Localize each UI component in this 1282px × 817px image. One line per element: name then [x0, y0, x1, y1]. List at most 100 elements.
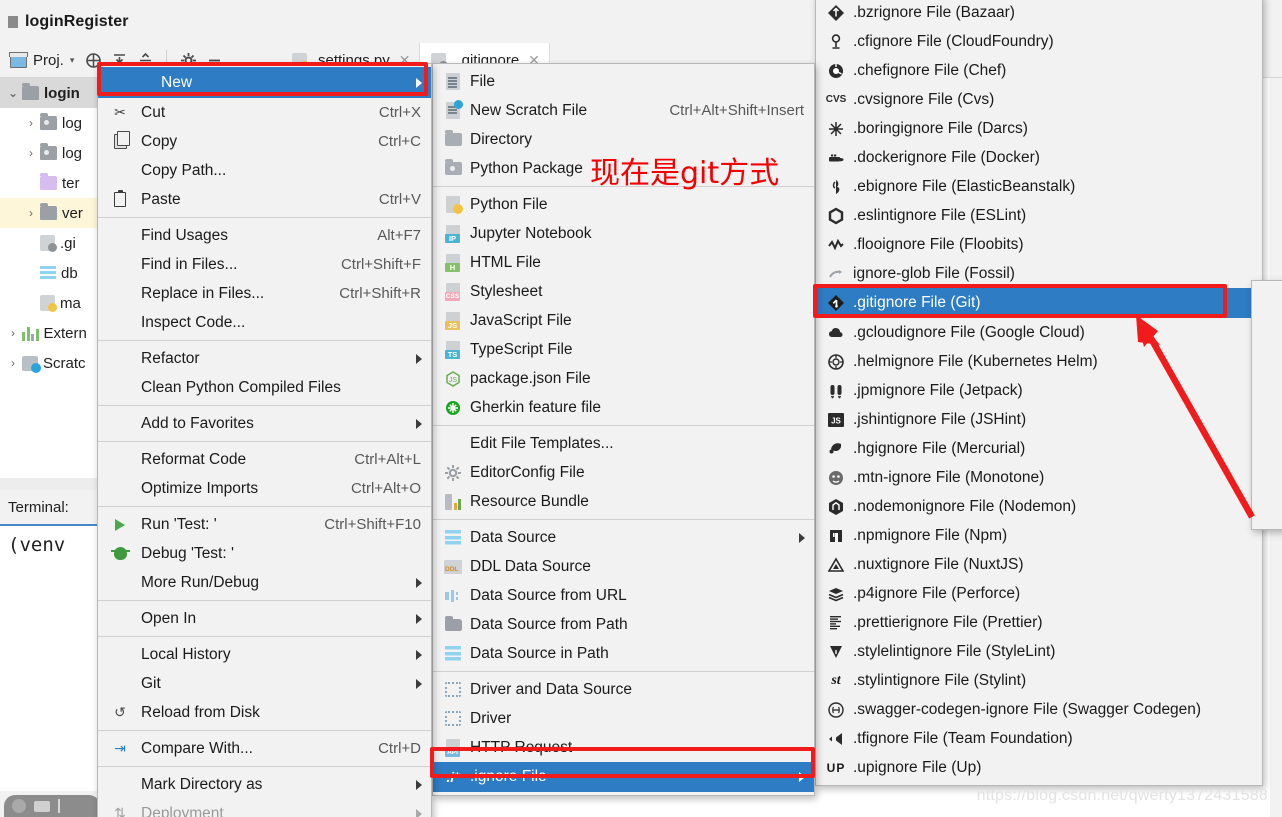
menu-item-nodemonignore[interactable]: .nodemonignore File (Nodemon)	[816, 492, 1262, 521]
menu-item-new[interactable]: New	[98, 67, 431, 98]
menu-item-file[interactable]: File	[433, 67, 814, 96]
tree-node-external-libraries[interactable]: › Extern	[0, 318, 106, 348]
menu-item-resource-bundle[interactable]: Resource Bundle	[433, 487, 814, 516]
terminal-tab[interactable]: Terminal:	[0, 490, 106, 526]
chevron-down-icon[interactable]: ⌄	[4, 86, 22, 100]
menu-item-compare-with[interactable]: ⇥ Compare With... Ctrl+D	[98, 734, 431, 763]
menu-item-optimize-imports[interactable]: Optimize Imports Ctrl+Alt+O	[98, 474, 431, 503]
menu-item-edit-file-templates[interactable]: Edit File Templates...	[433, 429, 814, 458]
menu-item-dockerignore[interactable]: .dockerignore File (Docker)	[816, 143, 1262, 172]
menu-item-reformat-code[interactable]: Reformat Code Ctrl+Alt+L	[98, 445, 431, 474]
tree-node-scratches[interactable]: › Scratc	[0, 348, 106, 378]
menu-item-p4ignore[interactable]: .p4ignore File (Perforce)	[816, 579, 1262, 608]
menu-item-editorconfig-file[interactable]: EditorConfig File	[433, 458, 814, 487]
menu-item-typescript-file[interactable]: TS TypeScript File	[433, 335, 814, 364]
menu-item-data-source[interactable]: Data Source	[433, 523, 814, 552]
menu-item-more-run-debug[interactable]: More Run/Debug	[98, 568, 431, 597]
menu-item-upignore[interactable]: UP .upignore File (Up)	[816, 753, 1262, 782]
menu-item-find-in-files[interactable]: Find in Files... Ctrl+Shift+F	[98, 250, 431, 279]
tree-node-venv[interactable]: › ver	[0, 198, 106, 228]
none-icon	[108, 73, 132, 93]
docker-icon	[824, 148, 848, 168]
menu-item-ignoreglob[interactable]: ignore-glob File (Fossil)	[816, 259, 1262, 288]
menu-item-new-scratch-file[interactable]: New Scratch File Ctrl+Alt+Shift+Insert	[433, 96, 814, 125]
tree-node-login[interactable]: ⌄ login	[0, 78, 106, 108]
menu-item-paste[interactable]: Paste Ctrl+V	[98, 185, 431, 214]
menu-item-git[interactable]: Git	[98, 669, 431, 698]
menu-item-python-file[interactable]: Python File	[433, 190, 814, 219]
menu-item-cfignore[interactable]: .cfignore File (CloudFoundry)	[816, 27, 1262, 56]
panel-divider[interactable]	[0, 478, 106, 490]
menu-item-jpmignore[interactable]: .jpmignore File (Jetpack)	[816, 376, 1262, 405]
project-view-button[interactable]: Proj. ▾	[0, 52, 80, 69]
tree-node-log-1[interactable]: › log	[0, 108, 106, 138]
menu-item-ignore-file[interactable]: .i* .ignore File	[433, 762, 814, 792]
menu-item-mark-directory-as[interactable]: Mark Directory as	[98, 770, 431, 799]
html-file-icon: H	[441, 253, 465, 273]
menu-item-stylintignore[interactable]: st .stylintignore File (Stylint)	[816, 666, 1262, 695]
menu-item-packagejson-file[interactable]: JS package.json File	[433, 364, 814, 393]
menu-item-stylesheet[interactable]: CSS Stylesheet	[433, 277, 814, 306]
menu-item-npmignore[interactable]: .npmignore File (Npm)	[816, 521, 1262, 550]
project-tree[interactable]: ⌄ login › log › log ter › ver .gi db ma …	[0, 78, 106, 478]
menu-item-cut[interactable]: ✂ Cut Ctrl+X	[98, 98, 431, 127]
tree-node-manage[interactable]: ma	[0, 288, 106, 318]
menu-item-helmignore[interactable]: .helmignore File (Kubernetes Helm)	[816, 347, 1262, 376]
chevron-right-icon[interactable]: ›	[22, 146, 40, 160]
chevron-right-icon[interactable]: ›	[22, 116, 40, 130]
menu-item-prettierignore[interactable]: .prettierignore File (Prettier)	[816, 608, 1262, 637]
none-icon	[108, 313, 132, 333]
menu-item-ddl-data-source[interactable]: DDL DDL Data Source	[433, 552, 814, 581]
terminal-output[interactable]: (venv	[0, 526, 106, 791]
chevron-right-icon[interactable]: ›	[4, 356, 22, 370]
resource-bundle-icon	[441, 492, 465, 512]
menu-item-copy[interactable]: Copy Ctrl+C	[98, 127, 431, 156]
menu-item-inspect-code[interactable]: Inspect Code...	[98, 308, 431, 337]
menu-item-chefignore[interactable]: .chefignore File (Chef)	[816, 56, 1262, 85]
menu-item-eslintignore[interactable]: .eslintignore File (ESLint)	[816, 201, 1262, 230]
menu-item-cvsignore[interactable]: CVS .cvsignore File (Cvs)	[816, 85, 1262, 114]
menu-item-jupyter-notebook[interactable]: IP Jupyter Notebook	[433, 219, 814, 248]
menu-item-html-file[interactable]: H HTML File	[433, 248, 814, 277]
menu-item-replace-in-files[interactable]: Replace in Files... Ctrl+Shift+R	[98, 279, 431, 308]
menu-item-ebignore[interactable]: .ebignore File (ElasticBeanstalk)	[816, 172, 1262, 201]
menu-item-data-source-in-path[interactable]: Data Source in Path	[433, 639, 814, 668]
menu-item-add-to-favorites[interactable]: Add to Favorites	[98, 409, 431, 438]
menu-item-data-source-from-url[interactable]: Data Source from URL	[433, 581, 814, 610]
tree-node-gitignore[interactable]: .gi	[0, 228, 106, 258]
menu-item-mtnignore[interactable]: .mtn-ignore File (Monotone)	[816, 463, 1262, 492]
menu-item-copy-path[interactable]: Copy Path...	[98, 156, 431, 185]
menu-item-driver-and-data-source[interactable]: Driver and Data Source	[433, 675, 814, 704]
tree-node-db[interactable]: db	[0, 258, 106, 288]
menu-item-refactor[interactable]: Refactor	[98, 344, 431, 373]
menu-item-clean-python-compiled-files[interactable]: Clean Python Compiled Files	[98, 373, 431, 402]
tree-node-log-2[interactable]: › log	[0, 138, 106, 168]
menu-item-javascript-file[interactable]: JS JavaScript File	[433, 306, 814, 335]
menu-item-run-test[interactable]: Run 'Test: ' Ctrl+Shift+F10	[98, 510, 431, 539]
chevron-right-icon[interactable]: ›	[4, 326, 22, 340]
menu-item-tfignore[interactable]: .tfignore File (Team Foundation)	[816, 724, 1262, 753]
svg-text:JS: JS	[831, 416, 841, 425]
menu-item-driver[interactable]: Driver	[433, 704, 814, 733]
menu-item-hgignore[interactable]: .hgignore File (Mercurial)	[816, 434, 1262, 463]
menu-item-stylelintignore[interactable]: .stylelintignore File (StyleLint)	[816, 637, 1262, 666]
menu-item-nuxtignore[interactable]: .nuxtignore File (NuxtJS)	[816, 550, 1262, 579]
menu-item-bzrignore[interactable]: .bzrignore File (Bazaar)	[816, 0, 1262, 27]
menu-item-gherkin-feature-file[interactable]: Gherkin feature file	[433, 393, 814, 422]
menu-item-boringignore[interactable]: .boringignore File (Darcs)	[816, 114, 1262, 143]
menu-item-gitignore[interactable]: .gitignore File (Git)	[816, 288, 1262, 318]
menu-item-debug-test[interactable]: Debug 'Test: '	[98, 539, 431, 568]
gitignore-template-submenu[interactable]	[1251, 280, 1282, 530]
menu-item-find-usages[interactable]: Find Usages Alt+F7	[98, 221, 431, 250]
menu-item-gcloudignore[interactable]: .gcloudignore File (Google Cloud)	[816, 318, 1262, 347]
menu-item-local-history[interactable]: Local History	[98, 640, 431, 669]
menu-item-flooignore[interactable]: .flooignore File (Floobits)	[816, 230, 1262, 259]
tree-node-templates[interactable]: ter	[0, 168, 106, 198]
menu-item-swaggerignore[interactable]: .swagger-codegen-ignore File (Swagger Co…	[816, 695, 1262, 724]
menu-item-data-source-from-path[interactable]: Data Source from Path	[433, 610, 814, 639]
menu-item-reload-from-disk[interactable]: ↺ Reload from Disk	[98, 698, 431, 727]
menu-item-open-in[interactable]: Open In	[98, 604, 431, 633]
menu-item-http-request[interactable]: API HTTP Request	[433, 733, 814, 762]
menu-item-jshintignore[interactable]: JS .jshintignore File (JSHint)	[816, 405, 1262, 434]
chevron-right-icon[interactable]: ›	[22, 206, 40, 220]
